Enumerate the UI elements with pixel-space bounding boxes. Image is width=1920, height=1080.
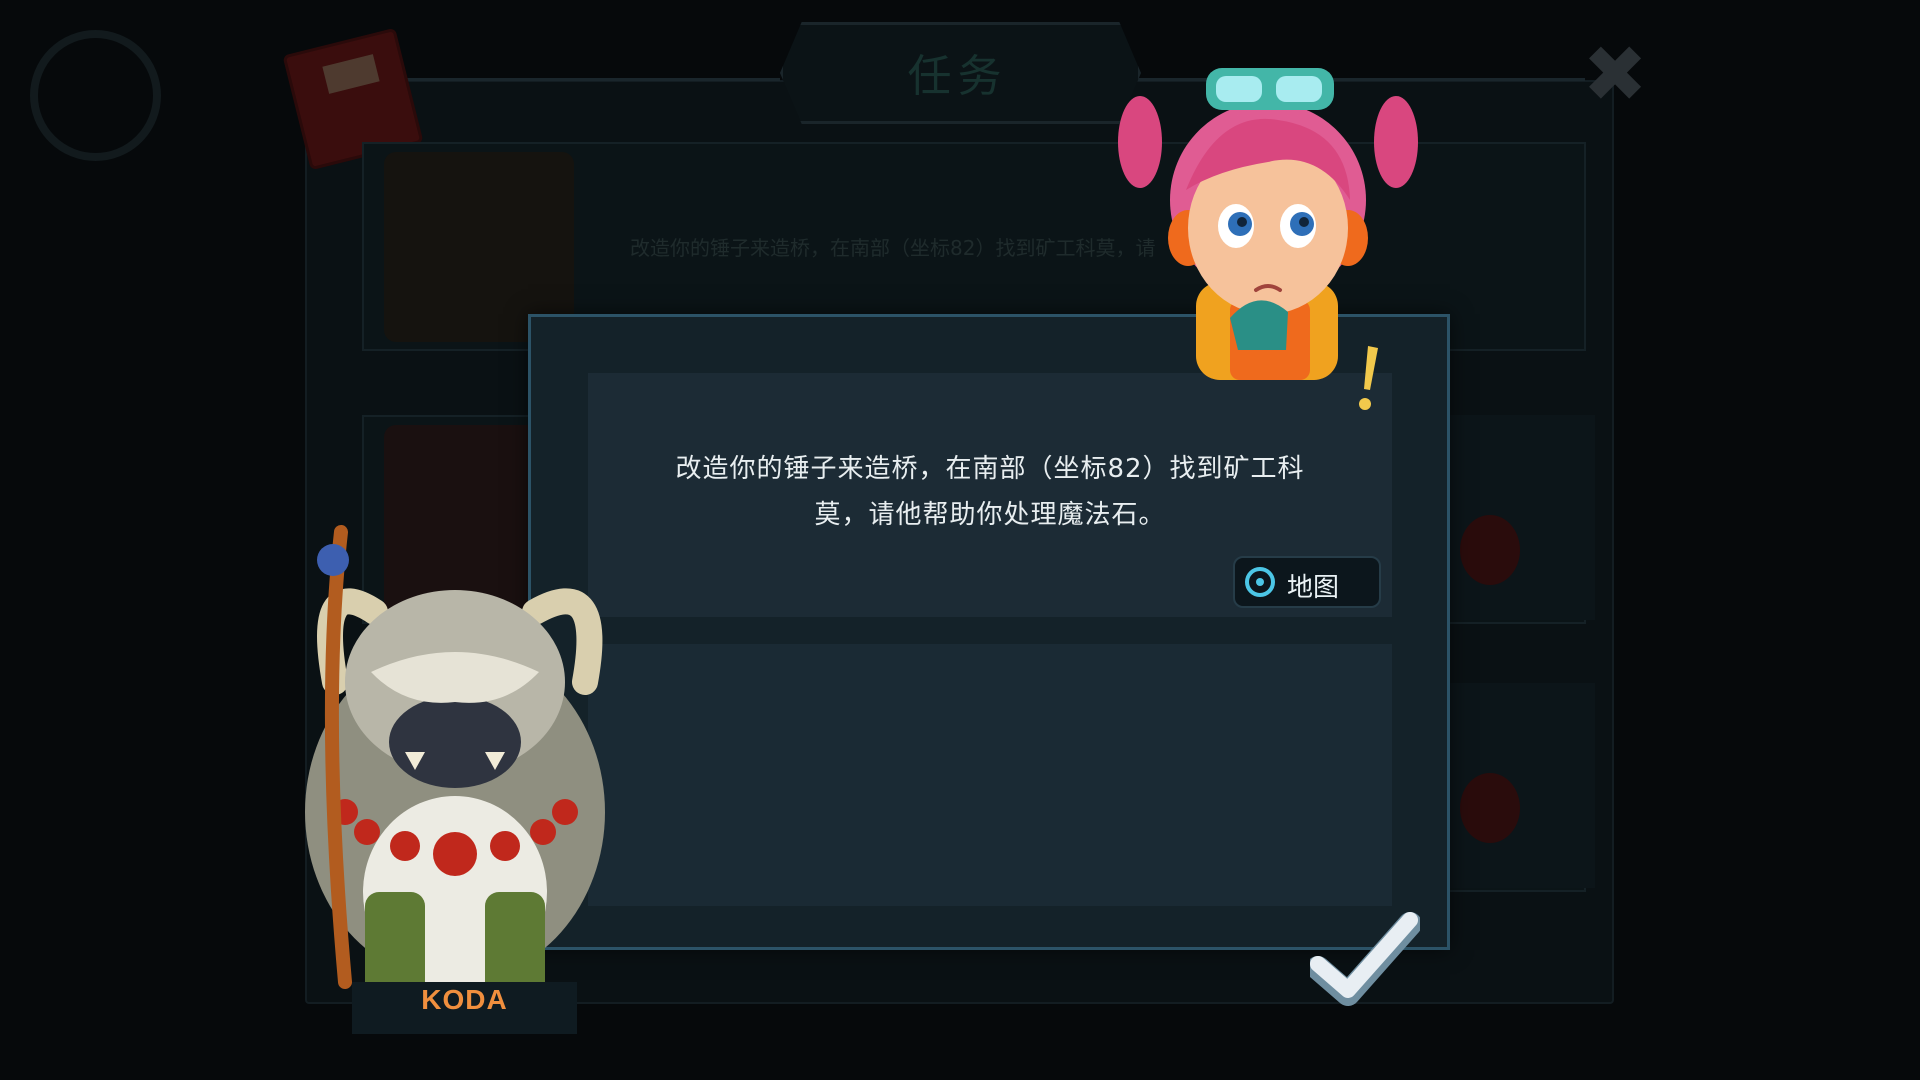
exclamation-icon	[1359, 346, 1378, 410]
reward-item-icon	[1460, 773, 1520, 843]
target-icon-dot	[1256, 578, 1264, 586]
target-icon	[1245, 567, 1275, 597]
map-button[interactable]: 地图	[1233, 556, 1381, 608]
reward-slot	[1440, 683, 1595, 888]
quest-description-line: 莫，请他帮助你处理魔法石。	[814, 500, 1166, 530]
quest-window-title: 任务	[907, 51, 1008, 102]
map-button-label: 地图	[1287, 573, 1340, 603]
compass-ring-icon	[30, 30, 161, 161]
girl-character-portrait	[1118, 68, 1418, 380]
dialog-response-area	[588, 644, 1392, 906]
checkmark-icon[interactable]	[1310, 910, 1420, 1010]
quest-description-line: 改造你的锤子来造桥，在南部（坐标82）找到矿工科	[675, 454, 1305, 484]
speaker-name: KODA	[421, 984, 508, 1015]
quest-list-item-text: 改造你的锤子来造桥，在南部（坐标82）找到矿工科莫，请	[630, 236, 1156, 260]
reward-item-icon	[1460, 515, 1520, 585]
koda-yeti-portrait	[305, 525, 605, 1002]
close-icon[interactable]: ✖	[1580, 36, 1650, 114]
quest-description: 改造你的锤子来造桥，在南部（坐标82）找到矿工科 莫，请他帮助你处理魔法石。	[640, 446, 1340, 538]
reward-slot	[1440, 415, 1595, 620]
